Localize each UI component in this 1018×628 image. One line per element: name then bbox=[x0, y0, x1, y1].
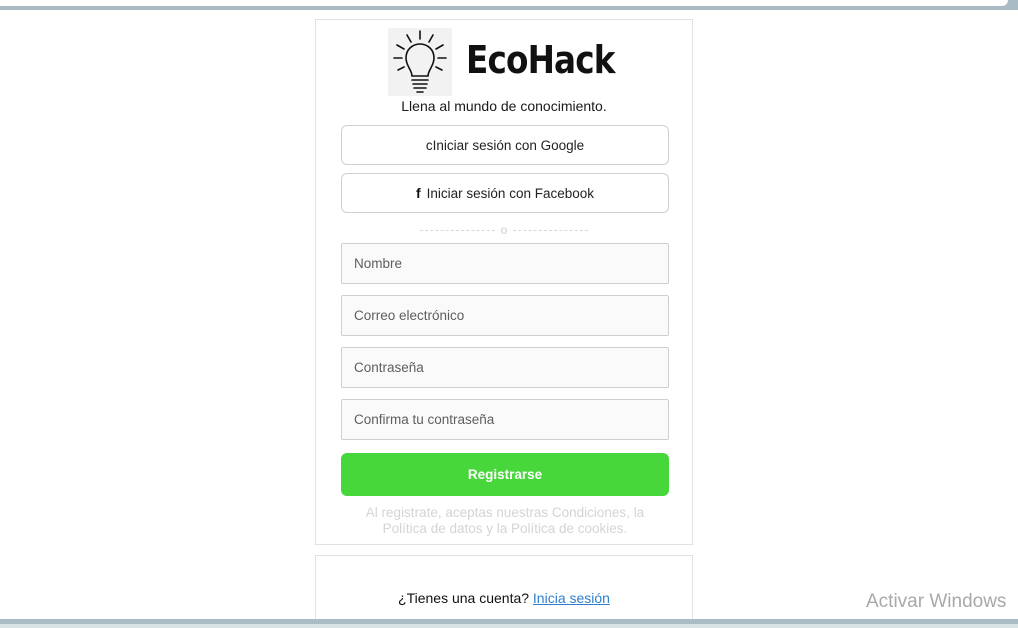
brand-logo: EcoHack bbox=[388, 28, 618, 96]
login-prompt-row: ¿Tienes una cuenta? Inicia sesión bbox=[315, 590, 693, 606]
login-prompt: ¿Tienes una cuenta? bbox=[398, 590, 530, 606]
legal-notice: Al registrate, aceptas nuestras Condicio… bbox=[365, 505, 645, 536]
confirm-password-field[interactable] bbox=[341, 399, 669, 440]
separator-text: o bbox=[500, 223, 508, 237]
window-top-frame bbox=[0, 0, 1018, 10]
password-field[interactable] bbox=[341, 347, 669, 388]
brand-tagline: Llena al mundo de conocimiento. bbox=[401, 98, 607, 114]
separator-line-right bbox=[513, 229, 588, 231]
google-login-label: cIniciar sesión con Google bbox=[425, 137, 585, 153]
windows-activation-watermark: Activar Windows bbox=[866, 591, 1007, 612]
facebook-icon: f bbox=[415, 185, 421, 201]
lightbulb-icon bbox=[388, 28, 452, 96]
google-login-button[interactable]: cIniciar sesión con Google bbox=[341, 125, 669, 165]
or-separator: o bbox=[420, 222, 588, 238]
register-button[interactable]: Registrarse bbox=[341, 453, 669, 496]
brand-name: EcoHack bbox=[466, 38, 616, 82]
email-field[interactable] bbox=[341, 295, 669, 336]
login-link[interactable]: Inicia sesión bbox=[533, 590, 610, 606]
facebook-login-button[interactable]: f Iniciar sesión con Facebook bbox=[341, 173, 669, 213]
window-bottom-frame-inner bbox=[0, 624, 1018, 628]
window-top-frame-inner bbox=[0, 0, 1008, 6]
name-field[interactable] bbox=[341, 243, 669, 284]
facebook-login-label: Iniciar sesión con Facebook bbox=[426, 185, 594, 201]
separator-line-left bbox=[420, 229, 495, 231]
